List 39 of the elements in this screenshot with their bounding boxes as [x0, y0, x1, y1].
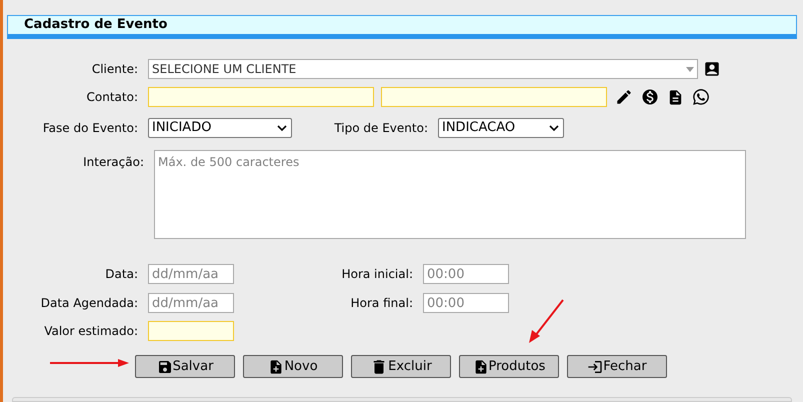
field-label: Hora final: [350, 295, 414, 312]
dropdown-arrow-icon [686, 66, 694, 72]
phase-select[interactable]: INICIADO [148, 118, 292, 138]
pencil-icon[interactable] [615, 88, 633, 106]
field-label: Data: [104, 266, 139, 283]
action-button[interactable]: Produtos [459, 355, 559, 378]
whatsapp-icon[interactable] [692, 88, 710, 106]
field-label: Interação: [82, 154, 145, 171]
estimated-value-field[interactable] [148, 321, 234, 341]
field-label: Data Agendada: [40, 295, 139, 312]
scheduled-date-field[interactable]: dd/mm/aa [148, 293, 234, 313]
client-select[interactable]: SELECIONE UM CLIENTE [148, 59, 698, 79]
field-label: Valor estimado: [43, 323, 139, 340]
field-label: Contato: [86, 89, 139, 106]
contact-name-field[interactable] [148, 87, 374, 107]
document-icon[interactable] [667, 88, 684, 106]
chevron-down-icon [549, 124, 559, 132]
action-button[interactable]: Novo [243, 355, 343, 378]
action-button[interactable]: Excluir [351, 355, 451, 378]
field-label: Hora inicial: [340, 266, 414, 283]
contact-phone-field[interactable] [381, 87, 607, 107]
date-field[interactable]: dd/mm/aa [148, 264, 234, 284]
interaction-field[interactable]: Máx. de 500 caracteres [154, 150, 746, 239]
contact-card-icon[interactable] [703, 60, 721, 78]
exit-icon [587, 358, 604, 374]
type-select[interactable]: INDICACAO [438, 118, 564, 138]
field-label: Fase do Evento: [42, 120, 139, 137]
action-button[interactable]: Fechar [567, 355, 667, 378]
file-plus-icon [472, 358, 489, 374]
end-time-field[interactable]: 00:00 [423, 293, 509, 313]
dialog-title: Cadastro de Evento [24, 16, 168, 34]
action-button[interactable]: Salvar [135, 355, 235, 378]
dollar-icon[interactable] [641, 88, 659, 106]
field-label: Tipo de Evento: [333, 120, 429, 137]
field-label: Cliente: [90, 61, 139, 78]
chevron-down-icon [277, 124, 287, 132]
start-time-field[interactable]: 00:00 [423, 264, 509, 284]
file-plus-icon [268, 358, 284, 374]
arrow [527, 298, 565, 344]
